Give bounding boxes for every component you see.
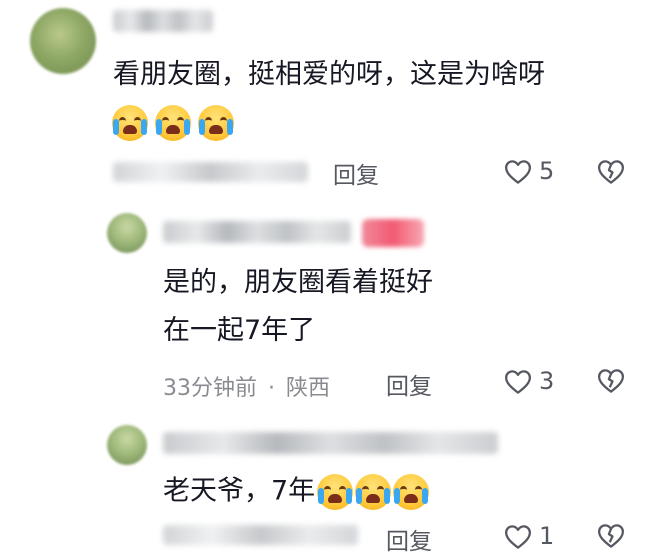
loudly-crying-face-icon (355, 474, 392, 510)
meta-separator: · (268, 376, 275, 401)
comment-time: 33分钟前 (163, 376, 257, 401)
dislike-button[interactable] (596, 157, 628, 189)
reply-comment-item: 是的，朋友圈看着挺好 在一起7年了 33分钟前 · 陕西 回复 3 (0, 195, 660, 410)
comment-meta (113, 162, 308, 182)
broken-heart-outline-icon (598, 524, 624, 548)
broken-heart-outline-icon (598, 160, 624, 184)
username[interactable] (113, 10, 213, 32)
heart-outline-icon (505, 370, 531, 394)
heart-outline-icon (505, 525, 531, 549)
broken-heart-outline-icon (598, 369, 624, 393)
heart-outline-icon (505, 160, 531, 184)
like-button[interactable]: 5 (503, 155, 563, 189)
like-button[interactable]: 1 (503, 520, 563, 554)
dislike-button[interactable] (596, 366, 628, 398)
avatar[interactable] (107, 425, 147, 465)
reply-button[interactable]: 回复 (386, 522, 432, 556)
comment-text: 老天爷，7年 (163, 474, 430, 510)
loudly-crying-face-icon (393, 474, 430, 510)
like-count: 5 (539, 157, 555, 185)
loudly-crying-face-icon (112, 105, 148, 141)
reply-button[interactable]: 回复 (386, 367, 432, 401)
comment-meta: 33分钟前 · 陕西 (163, 370, 330, 402)
comment-text: 看朋友圈，挺相爱的呀，这是为啥呀 (113, 59, 545, 90)
reply-button[interactable]: 回复 (333, 156, 379, 190)
comment-meta (163, 525, 358, 545)
loudly-crying-face-icon (155, 105, 192, 141)
username[interactable] (163, 221, 351, 243)
dislike-button[interactable] (596, 521, 628, 553)
avatar[interactable] (30, 8, 96, 74)
comment-text: 在一起7年了 (163, 315, 316, 346)
comment-text: 是的，朋友圈看着挺好 (163, 267, 433, 298)
comment-text-content: 老天爷，7年 (163, 475, 316, 507)
comment-item: 看朋友圈，挺相爱的呀，这是为啥呀 回复 5 (0, 0, 660, 195)
loudly-crying-face-icon (198, 105, 235, 141)
emoji-row (110, 105, 235, 141)
user-badge (362, 219, 424, 247)
like-count: 3 (539, 367, 555, 395)
like-button[interactable]: 3 (503, 365, 563, 399)
comment-location: 陕西 (286, 376, 331, 401)
loudly-crying-face-icon (317, 474, 354, 510)
reply-comment-item: 老天爷，7年 回复 1 (0, 410, 660, 555)
avatar[interactable] (107, 213, 147, 253)
like-count: 1 (539, 522, 555, 550)
username[interactable] (163, 432, 498, 454)
